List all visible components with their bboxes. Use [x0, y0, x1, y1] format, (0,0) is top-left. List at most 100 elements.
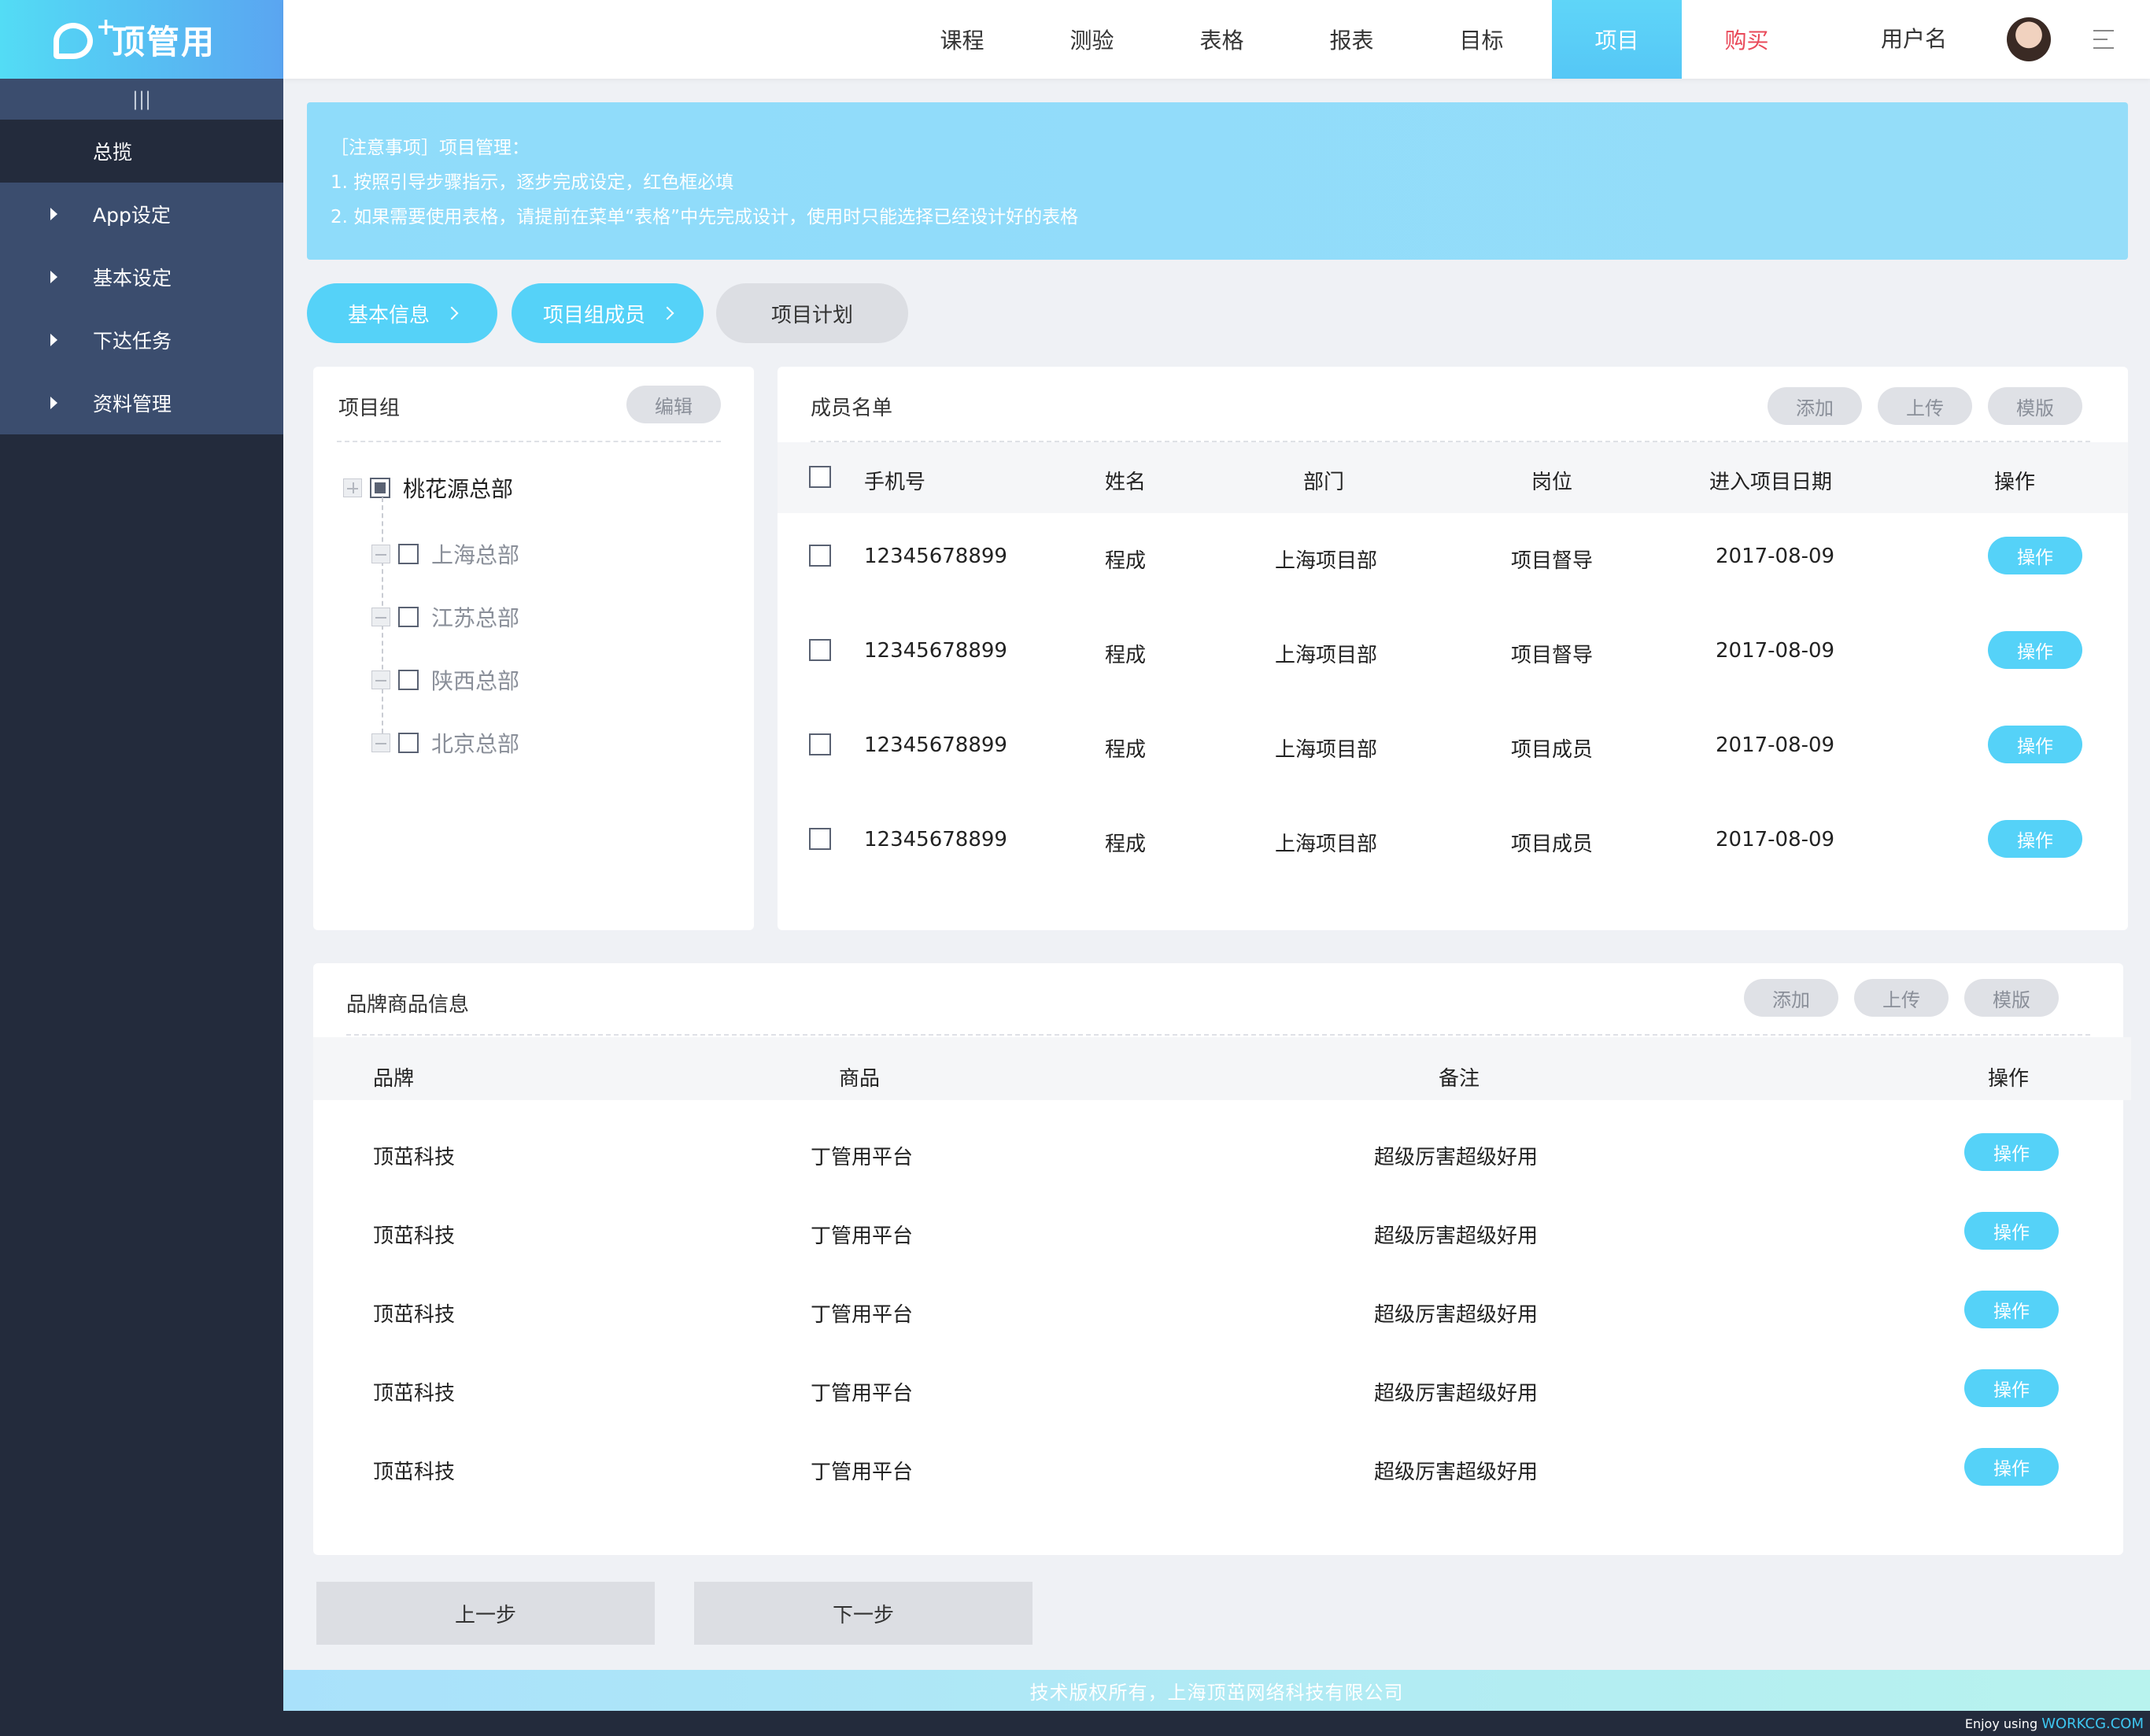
step-basic-info[interactable]: 基本信息: [307, 283, 497, 343]
hamburger-menu-icon[interactable]: [2093, 30, 2114, 49]
member-action-button[interactable]: 操作: [1988, 726, 2082, 763]
member-department: 上海项目部: [1275, 833, 1378, 856]
row-checkbox[interactable]: [809, 545, 831, 567]
sidebar-item-label: 资料管理: [93, 393, 172, 416]
collapse-icon[interactable]: [371, 670, 390, 689]
tree-node[interactable]: 陕西总部: [371, 664, 519, 696]
nav-buy[interactable]: 购买: [1682, 0, 1812, 79]
node-checkbox[interactable]: [398, 733, 419, 753]
tree-root[interactable]: 桃花源总部: [343, 472, 513, 504]
sidebar-item-app-settings[interactable]: App设定: [0, 183, 283, 246]
members-template-button[interactable]: 模版: [1988, 387, 2082, 425]
col-product: 商品: [839, 1067, 881, 1091]
node-checkbox[interactable]: [398, 670, 419, 690]
member-join-date: 2017-08-09: [1716, 545, 1835, 568]
divider: [337, 441, 721, 442]
logo[interactable]: + 顶管用: [0, 0, 283, 79]
brand-cell: 顶茁科技: [373, 1461, 456, 1484]
nav-goals[interactable]: 目标: [1417, 0, 1546, 79]
member-position: 项目督导: [1511, 644, 1594, 667]
brands-add-button[interactable]: 添加: [1744, 979, 1838, 1017]
brand-cell: 顶茁科技: [373, 1303, 456, 1327]
edit-button[interactable]: 编辑: [626, 386, 721, 423]
remark-cell: 超级厉害超级好用: [1374, 1146, 1539, 1169]
brand-action-button[interactable]: 操作: [1964, 1291, 2059, 1328]
tree-node[interactable]: 上海总部: [371, 538, 519, 570]
product-cell: 丁管用平台: [811, 1382, 914, 1405]
node-checkbox[interactable]: [398, 607, 419, 627]
nav-courses[interactable]: 课程: [897, 0, 1027, 79]
product-cell: 丁管用平台: [811, 1224, 914, 1248]
sidebar-collapse-button[interactable]: |||: [0, 79, 283, 120]
remark-cell: 超级厉害超级好用: [1374, 1382, 1539, 1405]
project-group-card: [313, 367, 754, 930]
member-phone: 12345678899: [864, 545, 1007, 568]
brand-action-button[interactable]: 操作: [1964, 1448, 2059, 1486]
members-upload-button[interactable]: 上传: [1878, 387, 1972, 425]
brand-action-button[interactable]: 操作: [1964, 1369, 2059, 1407]
chevron-right-icon: [660, 306, 674, 320]
notice-line: 2. 如果需要使用表格，请提前在菜单“表格”中先完成设计，使用时只能选择已经设计…: [331, 207, 1079, 227]
member-phone: 12345678899: [864, 733, 1007, 757]
brand-product-title: 品牌商品信息: [346, 993, 470, 1017]
tree-node[interactable]: 北京总部: [371, 727, 519, 759]
brand-cell: 顶茁科技: [373, 1146, 456, 1169]
prev-step-button[interactable]: 上一步: [316, 1582, 655, 1645]
brand-action-button[interactable]: 操作: [1964, 1212, 2059, 1250]
brands-template-button[interactable]: 模版: [1964, 979, 2059, 1017]
sidebar-item-tasks[interactable]: 下达任务: [0, 308, 283, 371]
row-checkbox[interactable]: [809, 639, 831, 661]
step-project-plan[interactable]: 项目计划: [716, 283, 908, 343]
col-name: 姓名: [1105, 471, 1147, 494]
member-action-button[interactable]: 操作: [1988, 820, 2082, 858]
sidebar-item-overview[interactable]: 总揽: [0, 120, 283, 183]
nav-projects[interactable]: 项目: [1552, 0, 1682, 79]
nav-quizzes[interactable]: 测验: [1027, 0, 1157, 79]
sidebar-item-documents[interactable]: 资料管理: [0, 371, 283, 434]
member-join-date: 2017-08-09: [1716, 828, 1835, 851]
tree-node[interactable]: 江苏总部: [371, 601, 519, 633]
collapse-icon[interactable]: [371, 733, 390, 752]
nav-reports[interactable]: 报表: [1287, 0, 1417, 79]
expand-icon[interactable]: [343, 478, 362, 497]
logo-text: 顶管用: [112, 22, 216, 61]
notice-title: ［注意事项］项目管理：: [331, 138, 530, 158]
sidebar-item-basic-settings[interactable]: 基本设定: [0, 246, 283, 308]
tree-root-label: 桃花源总部: [403, 476, 514, 502]
collapse-icon[interactable]: [371, 545, 390, 563]
chevron-right-icon: [445, 306, 459, 320]
brands-upload-button[interactable]: 上传: [1854, 979, 1949, 1017]
brands-table-header: [313, 1037, 2131, 1100]
sidebar-item-label: App设定: [93, 204, 171, 227]
member-name: 程成: [1105, 738, 1147, 762]
member-department: 上海项目部: [1275, 644, 1378, 667]
sidebar-item-label: 下达任务: [93, 330, 172, 353]
col-position: 岗位: [1531, 471, 1573, 494]
caret-right-icon: [50, 334, 57, 346]
avatar[interactable]: [2007, 17, 2051, 61]
bottom-bar: [0, 1711, 2150, 1736]
step-team-members[interactable]: 项目组成员: [512, 283, 704, 343]
row-checkbox[interactable]: [809, 733, 831, 755]
select-all-checkbox[interactable]: [809, 466, 831, 488]
member-action-button[interactable]: 操作: [1988, 537, 2082, 574]
member-join-date: 2017-08-09: [1716, 639, 1835, 663]
brand-action-button[interactable]: 操作: [1964, 1133, 2059, 1171]
sidebar-item-label: 总揽: [93, 141, 133, 164]
row-checkbox[interactable]: [809, 828, 831, 850]
brand-cell: 顶茁科技: [373, 1224, 456, 1248]
tree-node-label: 江苏总部: [431, 605, 520, 631]
next-step-button[interactable]: 下一步: [694, 1582, 1033, 1645]
members-add-button[interactable]: 添加: [1768, 387, 1862, 425]
node-checkbox[interactable]: [398, 544, 419, 564]
credit: Enjoy using WORKCG.COM: [1965, 1716, 2144, 1732]
nav-forms[interactable]: 表格: [1157, 0, 1287, 79]
member-action-button[interactable]: 操作: [1988, 631, 2082, 669]
members-title: 成员名单: [811, 397, 893, 420]
col-department: 部门: [1303, 471, 1345, 494]
partial-checkbox[interactable]: [370, 478, 390, 498]
caret-right-icon: [50, 271, 57, 283]
username[interactable]: 用户名: [1881, 0, 1947, 79]
top-nav: 课程 测验 表格 报表 目标 项目 购买 用户名: [283, 0, 2150, 79]
collapse-icon[interactable]: [371, 608, 390, 626]
